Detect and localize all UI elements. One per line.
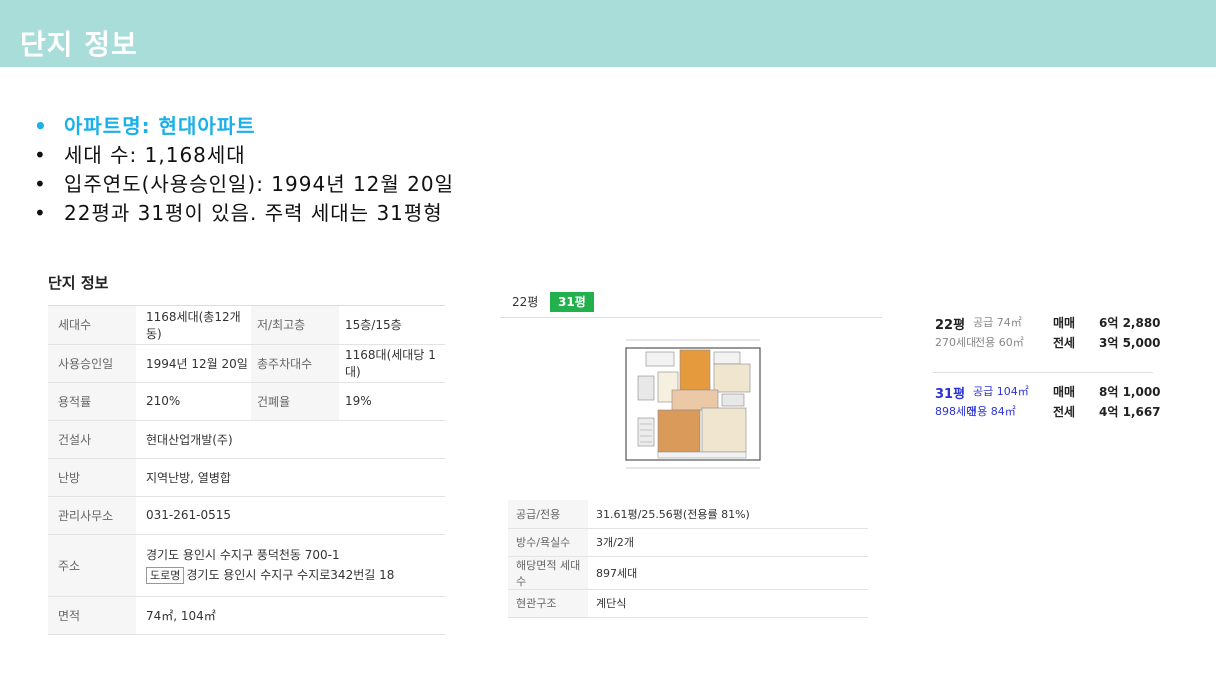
price-row: 22평 공급 74㎡ 매매 6억 2,880	[933, 312, 1161, 333]
bullet-unit-count: 세대 수: 1,168세대	[30, 141, 454, 170]
supply-31: 공급 104㎡	[973, 385, 1029, 398]
address-road-line: 도로명 경기도 용인시 수지구 수지로342번길 18	[146, 565, 445, 585]
units-label: 세대수	[48, 306, 136, 345]
far-value: 210%	[136, 382, 251, 421]
table-row: 관리사무소 031-261-0515	[48, 496, 445, 535]
complex-info-title: 단지 정보	[48, 270, 445, 306]
approval-label: 사용승인일	[48, 344, 136, 383]
table-row: 방수/욕실수 3개/2개	[508, 528, 868, 557]
bullet-apartment-name: 아파트명: 현대아파트	[30, 112, 454, 141]
lease-value-31: 4억 1,667	[1099, 405, 1161, 419]
sale-value-31: 8억 1,000	[1099, 385, 1161, 399]
floors-label: 저/최고층	[251, 306, 339, 345]
summary-bullets: 아파트명: 현대아파트 세대 수: 1,168세대 입주연도(사용승인일): 1…	[30, 112, 454, 228]
supply-22: 공급 74㎡	[973, 316, 1022, 329]
rooms-value: 3개/2개	[588, 528, 868, 557]
entry-value: 계단식	[588, 589, 868, 618]
slide-title: 단지 정보	[20, 28, 138, 61]
bullet-move-in-date: 입주연도(사용승인일): 1994년 12월 20일	[30, 170, 454, 199]
heating-label: 난방	[48, 458, 136, 497]
address-cell: 경기도 용인시 수지구 풍덕천동 700-1 도로명 경기도 용인시 수지구 수지…	[136, 534, 445, 597]
exclusive-22: 전용 60㎡	[975, 336, 1024, 349]
size-31: 31평	[935, 387, 966, 402]
sale-value-22: 6억 2,880	[1099, 316, 1161, 330]
table-row: 용적률 210% 건폐율 19%	[48, 382, 445, 421]
units-value: 1168세대(총12개동)	[136, 306, 251, 345]
units-22: 270세대	[935, 336, 977, 349]
exclusive-31: 전용 84㎡	[967, 405, 1016, 418]
bullet-unit-types: 22평과 31평이 있음. 주력 세대는 31평형	[30, 199, 454, 228]
parking-label: 총주차대수	[251, 344, 339, 383]
price-row: 270세대 전용 60㎡ 전세 3억 5,000	[933, 332, 1161, 352]
price-group-22: 22평 공급 74㎡ 매매 6억 2,880 270세대 전용 60㎡ 전세 3…	[933, 312, 1161, 352]
office-label: 관리사무소	[48, 496, 136, 535]
bcr-value: 19%	[339, 382, 445, 421]
parking-value: 1168대(세대당 1대)	[339, 344, 445, 383]
table-row: 건설사 현대산업개발(주)	[48, 420, 445, 459]
unit-count-label: 해당면적 세대수	[508, 556, 588, 590]
lease-value-22: 3억 5,000	[1099, 336, 1161, 350]
tab-31[interactable]: 31평	[550, 292, 594, 312]
floorplan-image	[625, 339, 761, 469]
table-row: 주소 경기도 용인시 수지구 풍덕천동 700-1 도로명 경기도 용인시 수지구…	[48, 534, 445, 597]
area-value: 74㎡, 104㎡	[136, 596, 445, 635]
price-group-31: 31평 공급 104㎡ 매매 8억 1,000 898세대 전용 84㎡ 전세 …	[933, 372, 1161, 421]
sale-label-31: 매매	[1053, 385, 1076, 399]
price-row: 898세대 전용 84㎡ 전세 4억 1,667	[933, 401, 1161, 421]
tab-22[interactable]: 22평	[504, 292, 546, 312]
bcr-label: 건폐율	[251, 382, 339, 421]
floors-value: 15층/15층	[339, 306, 445, 345]
area-label: 면적	[48, 596, 136, 635]
builder-label: 건설사	[48, 420, 136, 459]
size-22: 22평	[935, 318, 966, 333]
complex-info-panel: 단지 정보 세대수 1168세대(총12개동) 저/최고층 15층/15층 사용…	[48, 270, 445, 635]
table-row: 난방 지역난방, 열병합	[48, 458, 445, 497]
table-row: 면적 74㎡, 104㎡	[48, 596, 445, 635]
table-row: 사용승인일 1994년 12월 20일 총주차대수 1168대(세대당 1대)	[48, 344, 445, 383]
lease-label-31: 전세	[1053, 405, 1076, 419]
table-row: 공급/전용 31.61평/25.56평(전용률 81%)	[508, 500, 868, 529]
floorplan-spec-table: 공급/전용 31.61평/25.56평(전용률 81%) 방수/욕실수 3개/2…	[508, 500, 868, 618]
address-label: 주소	[48, 534, 136, 597]
sale-label-22: 매매	[1053, 316, 1076, 330]
approval-value: 1994년 12월 20일	[136, 344, 251, 383]
supply-label: 공급/전용	[508, 500, 588, 529]
floorplan-panel: 22평 31평 공급/전용 31.61평/25.56평(전용률 81%) 방수/…	[500, 290, 882, 618]
office-phone[interactable]: 031-261-0515	[136, 496, 445, 535]
price-panel: 22평 공급 74㎡ 매매 6억 2,880 270세대 전용 60㎡ 전세 3…	[933, 312, 1161, 421]
road-name-tag: 도로명	[146, 567, 185, 584]
rooms-label: 방수/욕실수	[508, 528, 588, 557]
complex-info-table: 세대수 1168세대(총12개동) 저/최고층 15층/15층 사용승인일 19…	[48, 306, 445, 635]
slide-header: 단지 정보	[0, 0, 1216, 67]
unit-count-value: 897세대	[588, 556, 868, 590]
entry-label: 현관구조	[508, 589, 588, 618]
far-label: 용적률	[48, 382, 136, 421]
builder-value: 현대산업개발(주)	[136, 420, 445, 459]
table-row: 세대수 1168세대(총12개동) 저/최고층 15층/15층	[48, 306, 445, 345]
price-row: 31평 공급 104㎡ 매매 8억 1,000	[933, 381, 1161, 402]
supply-value: 31.61평/25.56평(전용률 81%)	[588, 500, 868, 529]
lease-label-22: 전세	[1053, 336, 1076, 350]
heating-value: 지역난방, 열병합	[136, 458, 445, 497]
size-tabs: 22평 31평	[500, 290, 882, 318]
address-road: 경기도 용인시 수지구 수지로342번길 18	[186, 568, 395, 582]
table-row: 현관구조 계단식	[508, 589, 868, 618]
address-jibun: 경기도 용인시 수지구 풍덕천동 700-1	[146, 548, 340, 562]
table-row: 해당면적 세대수 897세대	[508, 556, 868, 590]
